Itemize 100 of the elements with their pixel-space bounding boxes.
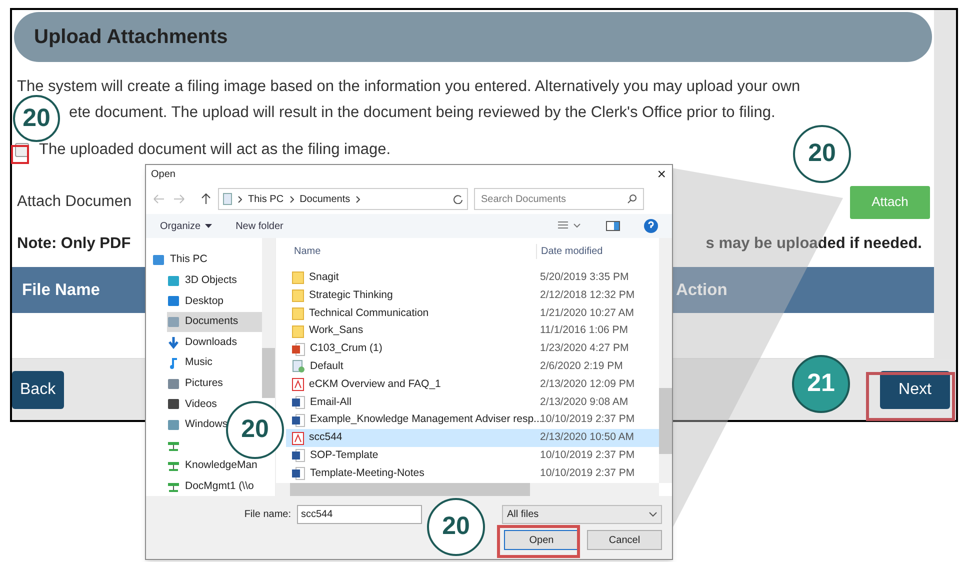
word-file-icon: [292, 396, 305, 409]
file-row[interactable]: eCKM Overview and FAQ_1 2/13/2020 12:09 PM: [286, 376, 659, 394]
download-arrow-icon: [167, 336, 180, 349]
breadcrumb-item[interactable]: This PC: [248, 192, 284, 206]
nav-item[interactable]: This PC: [152, 250, 208, 271]
nav-item[interactable]: Desktop: [167, 291, 226, 312]
folder-icon: [292, 324, 304, 338]
preview-pane-icon[interactable]: [606, 221, 620, 231]
file-name: SOP-Template: [310, 448, 378, 463]
chevron-icon: [356, 196, 360, 202]
file-name: C103_Crum (1): [310, 341, 382, 356]
next-button[interactable]: Next: [880, 370, 950, 408]
chevron-icon: [238, 196, 242, 202]
nav-item[interactable]: Videos: [167, 394, 219, 415]
file-name: Example_Knowledge Management Adviser resp...: [310, 412, 542, 428]
nav-item[interactable]: Documents: [167, 312, 262, 332]
nav-item[interactable]: Pictures: [167, 374, 225, 394]
note-text: s may be uploaded if needed.: [706, 234, 922, 254]
column-header[interactable]: Date modified: [536, 244, 603, 258]
file-date: 10/10/2019 2:37 PM: [539, 466, 635, 481]
nav-item[interactable]: 3D Objects: [167, 270, 239, 292]
presentation-file-icon: [292, 342, 305, 356]
file-name: scc544: [309, 430, 342, 446]
file-date: 1/23/2020 4:27 PM: [539, 341, 629, 356]
word-file-icon: [292, 449, 305, 462]
nav-item[interactable]: DocMgmt1 (\\o: [167, 476, 256, 496]
help-icon[interactable]: [644, 219, 658, 233]
file-name-label: File name:: [244, 508, 291, 522]
note-text: Note: Only PDF: [17, 234, 131, 254]
music-note-icon: [167, 357, 180, 370]
file-date: 2/12/2018 12:32 PM: [539, 288, 635, 303]
file-type-dropdown[interactable]: All files: [502, 505, 662, 524]
file-name-field[interactable]: scc544: [297, 505, 422, 524]
network-drive-icon: [167, 460, 180, 472]
file-date: 2/6/2020 2:19 PM: [539, 359, 623, 374]
nav-item[interactable]: Music: [167, 352, 214, 374]
file-name: Snagit: [309, 270, 339, 286]
breadcrumb-item[interactable]: Documents: [300, 192, 350, 206]
file-row[interactable]: Template-Meeting-Notes 10/10/2019 2:37 PM: [286, 464, 659, 483]
file-name: Work_Sans: [309, 323, 364, 338]
caret-icon: [649, 512, 657, 517]
file-row[interactable]: scc544 2/13/2020 10:50 AM: [286, 429, 659, 447]
toolbar-button[interactable]: New folder: [236, 218, 284, 234]
file-date: 11/1/2016 1:06 PM: [539, 323, 628, 338]
section-header: Upload Attachments: [14, 12, 932, 62]
word-file-icon: [292, 414, 305, 427]
column-header[interactable]: Name: [286, 244, 536, 258]
toolbar-button[interactable]: Organize: [160, 218, 212, 234]
file-row[interactable]: SOP-Template 10/10/2019 2:37 PM: [286, 446, 659, 465]
checkbox-label: The uploaded document will act as the filing image.: [39, 140, 391, 160]
file-row[interactable]: Default 2/6/2020 2:19 PM: [286, 358, 659, 376]
file-row[interactable]: Snagit 5/20/2019 3:35 PM: [286, 269, 659, 287]
chevron-icon: [290, 196, 294, 202]
back-button[interactable]: Back: [12, 370, 64, 408]
file-date: 10/10/2019 2:37 PM: [539, 448, 635, 463]
folder-icon: [292, 289, 304, 302]
highlight-frame: [11, 145, 29, 164]
file-row[interactable]: Strategic Thinking 2/12/2018 12:32 PM: [286, 286, 659, 305]
network-drive-icon: [167, 440, 180, 452]
file-row[interactable]: Email-All 2/13/2020 9:08 AM: [286, 394, 659, 412]
file-name: Technical Communication: [309, 306, 429, 321]
close-button[interactable]: ×: [657, 167, 666, 182]
view-options-icon[interactable]: [558, 221, 582, 231]
step-callout: 20: [793, 125, 851, 183]
word-file-icon: [292, 467, 305, 480]
folder-icon: [292, 306, 304, 320]
search-field[interactable]: Search Documents: [474, 188, 644, 210]
file-name: Default: [310, 359, 344, 374]
search-icon: [627, 194, 637, 204]
column-header: File Name: [22, 280, 100, 301]
folder-icon: [292, 271, 304, 284]
file-date: 2/13/2020 10:50 AM: [539, 430, 634, 446]
address-bar[interactable]: This PC Documents: [218, 188, 468, 210]
intro-text: The system will create a filing image based on the information you entered. Alternatively you may upload your own: [17, 77, 800, 97]
file-row[interactable]: Example_Knowledge Management Adviser resp...10/10/2019 2:37 PM: [286, 411, 659, 430]
pdf-file-icon: [292, 378, 304, 392]
caret-icon: [204, 224, 212, 228]
file-date: 2/13/2020 12:09 PM: [539, 376, 635, 392]
intro-text: ete document. The upload will result in the document being reviewed by the Clerk's Office prior to filing.: [69, 103, 776, 123]
file-row[interactable]: C103_Crum (1) 1/23/2020 4:27 PM: [286, 340, 659, 358]
column-header: Action: [676, 280, 728, 301]
file-name: eCKM Overview and FAQ_1: [309, 376, 441, 392]
dialog-title: Open: [151, 168, 176, 182]
step-callout: 20: [13, 95, 60, 142]
open-button[interactable]: Open: [504, 530, 579, 550]
network-drive-icon: [167, 480, 180, 493]
file-name: Template-Meeting-Notes: [310, 466, 424, 481]
refresh-icon[interactable]: [453, 194, 463, 204]
settings-file-icon: [292, 360, 305, 374]
file-name: Strategic Thinking: [309, 288, 393, 303]
file-date: 5/20/2019 3:35 PM: [539, 270, 629, 286]
file-date: 2/13/2020 9:08 AM: [539, 394, 628, 410]
file-name: Email-All: [310, 394, 352, 410]
file-row[interactable]: Work_Sans 11/1/2016 1:06 PM: [286, 322, 659, 340]
nav-item[interactable]: Downloads: [167, 332, 239, 353]
nav-arrows-icon[interactable]: [152, 193, 212, 205]
file-row[interactable]: Technical Communication 1/21/2020 10:27 AM: [286, 304, 659, 322]
cancel-button[interactable]: Cancel: [587, 530, 662, 550]
file-date: 1/21/2020 10:27 AM: [539, 306, 634, 321]
pdf-file-icon: [292, 432, 304, 445]
